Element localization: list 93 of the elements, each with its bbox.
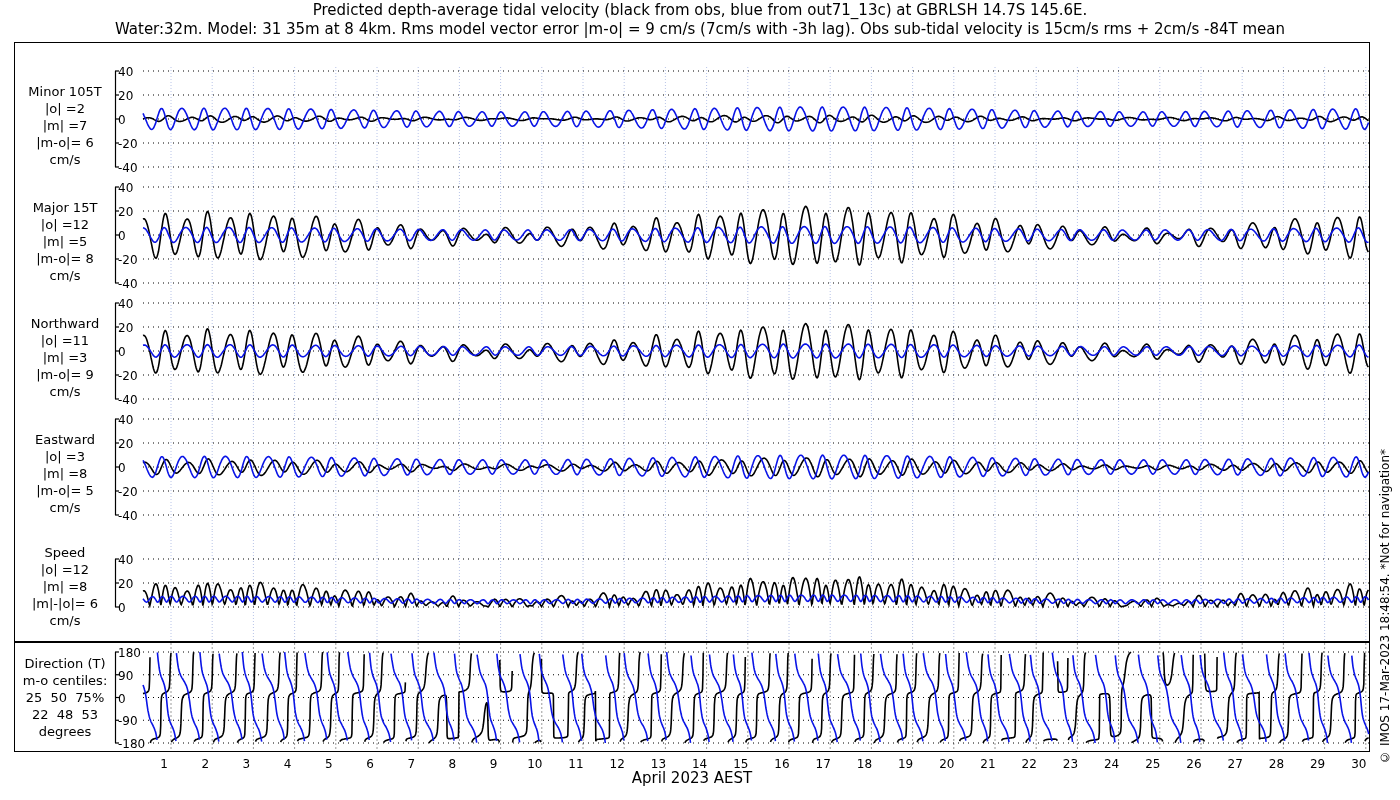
axis-tick-label: -40 (118, 393, 138, 407)
axis-tick-label: 0 (118, 113, 126, 127)
axis-tick-label: 40 (118, 553, 134, 567)
axis-tick-label: 26 (1186, 757, 1202, 771)
copyright-note: © IMOS 17-Mar-2023 18:48:54. *Not for navigation* (1378, 449, 1392, 764)
panel-label: cm/s (49, 498, 81, 516)
panel-label: Eastward (35, 430, 95, 448)
axis-tick-label: 15 (733, 757, 749, 771)
axis-tick-label: -20 (118, 369, 138, 383)
axis-tick-label: 9 (489, 757, 498, 771)
axis-tick-label: 1 (160, 757, 168, 771)
chart-title: Water:32m. Model: 31 35m at 8 4km. Rms model vector error |m-o| = 9 cm/s (7cm/s with -3h lag). Obs sub-tidal velocity is 15cm/s rms + 2cm/s -84T mean (113, 20, 1287, 39)
panel-label: |m| =8 (42, 464, 88, 482)
axis-tick-label: 30 (1351, 757, 1367, 771)
axis-tick-label: 10 (527, 757, 543, 771)
panel-label: |m| =3 (42, 348, 88, 366)
axis-tick-label: -20 (118, 137, 138, 151)
axis-tick-label: 12 (609, 757, 625, 771)
axis-tick-label: -40 (118, 509, 138, 523)
axis-tick-label: -40 (118, 161, 138, 175)
panel-label: |m-o|= 6 (36, 133, 94, 151)
axis-tick-label: 28 (1268, 757, 1285, 771)
axis-tick-label: 90 (118, 668, 134, 683)
axis-tick-label: 20 (118, 577, 134, 591)
panel-label: |m| =5 (42, 232, 88, 250)
panel-label: Minor 105T (28, 82, 102, 100)
axis-tick-label: 22 (1021, 757, 1037, 771)
axis-tick-label: 5 (325, 757, 333, 771)
axis-tick-label: 13 (650, 757, 667, 771)
panel-label: |o| =3 (45, 447, 85, 465)
panel-label: |o| =2 (45, 99, 85, 117)
axis-tick-label: 21 (980, 757, 996, 771)
axis-tick-label: 2 (201, 757, 209, 771)
axis-tick-label: 20 (118, 437, 134, 451)
panel-label: m-o centiles: (22, 671, 108, 689)
axis-tick-label: 18 (856, 757, 873, 771)
axis-tick-label: 20 (118, 89, 134, 103)
axis-tick-label: 3 (242, 757, 251, 771)
axis-tick-label: -20 (118, 485, 138, 499)
axis-tick-label: 0 (118, 229, 126, 243)
axis-tick-label: 40 (118, 65, 134, 79)
axis-tick-label: 20 (939, 757, 955, 771)
axis-tick-label: 6 (366, 757, 374, 771)
axis-tick-label: 29 (1309, 757, 1326, 771)
axis-tick-label: -20 (118, 253, 138, 267)
axis-tick-label: 40 (118, 181, 134, 195)
axis-tick-label: 25 (1145, 757, 1161, 771)
panel-label: |m-o|= 5 (36, 481, 94, 499)
panel-label: |m| =8 (42, 577, 88, 595)
panel-label: 22 48 53 (31, 705, 99, 723)
panel-label: Speed (44, 543, 86, 561)
axis-tick-label: 27 (1227, 757, 1243, 771)
panel-label: cm/s (49, 150, 81, 168)
axis-tick-label: 11 (568, 757, 584, 771)
panel-label: cm/s (49, 611, 81, 629)
panel-label: |m| =7 (42, 116, 88, 134)
axis-tick-label: 40 (118, 297, 134, 311)
y-axis (114, 558, 120, 608)
panel-label: Major 15T (32, 198, 98, 216)
axis-tick-label: -90 (118, 714, 138, 729)
axis-tick-label: 180 (118, 646, 141, 660)
axis-tick-label: 8 (448, 757, 457, 771)
axis-tick-label: 0 (118, 345, 126, 359)
axis-tick-label: 20 (118, 321, 134, 335)
panel-label: Direction (T) (24, 654, 106, 672)
panel-label: cm/s (49, 382, 81, 400)
axis-tick-label: -40 (118, 277, 138, 291)
panel-label: |o| =11 (40, 331, 90, 349)
axis-tick-label: 16 (774, 757, 790, 771)
panel-label: degrees (38, 722, 92, 740)
axis-tick-label: 23 (1062, 757, 1079, 771)
axis-tick-label: 7 (407, 757, 415, 771)
panel-label: |m-o|= 8 (36, 249, 94, 267)
axis-tick-label: 0 (118, 601, 126, 615)
axis-tick-label: 40 (118, 413, 134, 427)
panel-label: |o| =12 (40, 560, 90, 578)
axis-tick-label: 20 (118, 205, 134, 219)
axis-tick-label: 14 (691, 757, 708, 771)
axis-tick-label: 19 (897, 757, 914, 771)
panel-label: |m|-|o|= 6 (31, 594, 99, 612)
panel-label: cm/s (49, 266, 81, 284)
axis-tick-label: 0 (118, 461, 126, 475)
panel-label: |m-o|= 9 (36, 365, 94, 383)
axis-label: April 2023 AEST (631, 769, 753, 787)
axis-tick-label: 0 (118, 691, 126, 706)
axis-tick-label: 4 (283, 757, 292, 771)
panel-label: |o| =12 (40, 215, 90, 233)
axis-tick-label: -180 (118, 737, 146, 751)
axis-tick-label: 24 (1103, 757, 1120, 771)
chart-title: Predicted depth-average tidal velocity (black from obs, blue from out71_13c) at GBRLSH 14.7S 145.6E. (311, 1, 1089, 20)
panel-label: 25 50 75% (25, 688, 105, 706)
panel-label: Northward (30, 314, 100, 332)
axis-tick-label: 17 (815, 757, 831, 771)
